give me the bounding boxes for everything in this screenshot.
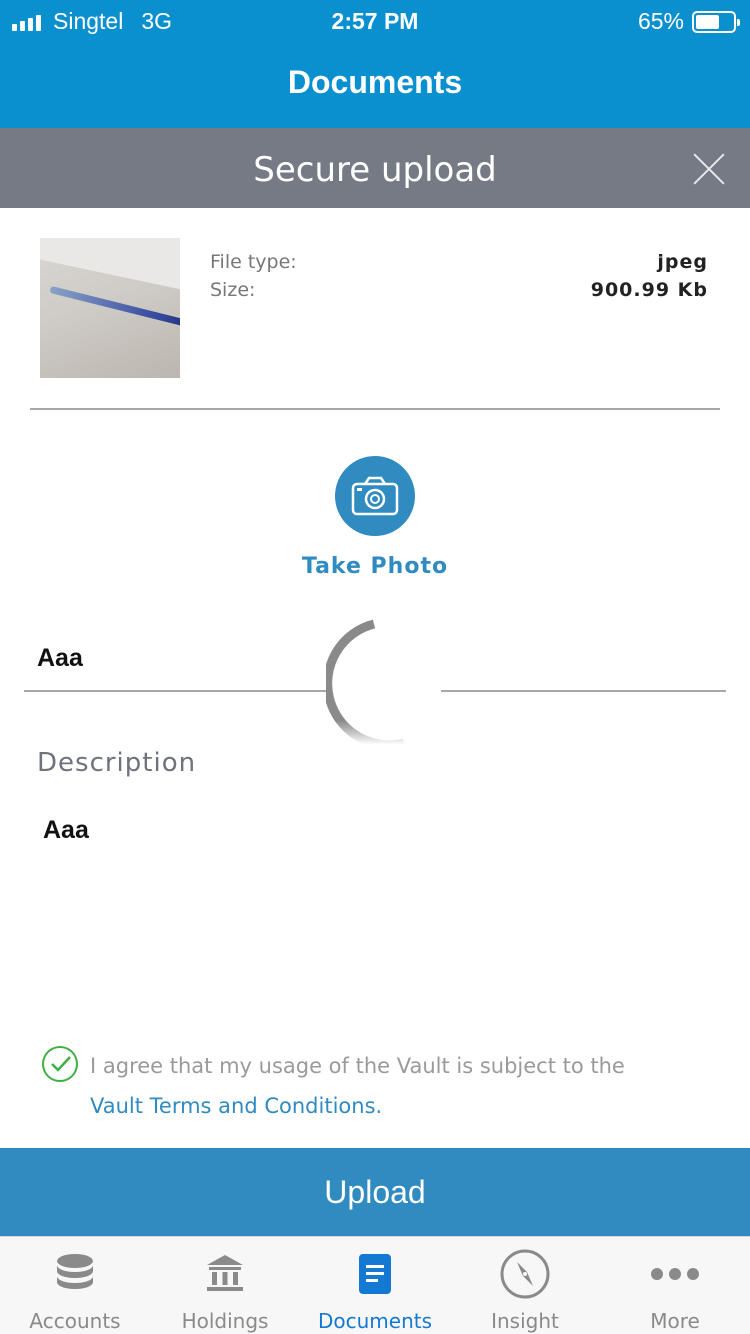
- file-type-value: jpeg: [657, 251, 708, 273]
- loading-spinner-icon: [326, 619, 406, 747]
- tab-label: More: [650, 1309, 700, 1333]
- compass-icon: [500, 1249, 550, 1299]
- agreement-text-block: I agree that my usage of the Vault is su…: [90, 1046, 710, 1126]
- file-type-label: File type:: [210, 251, 297, 273]
- document-icon: [359, 1254, 391, 1294]
- tab-label: Accounts: [29, 1309, 121, 1333]
- take-photo-label[interactable]: Take Photo: [0, 554, 750, 579]
- modal-title: Secure upload: [253, 150, 497, 190]
- title-underline-right: [441, 690, 726, 692]
- file-size-label: Size:: [210, 279, 256, 301]
- file-size-value: 900.99 Kb: [590, 279, 708, 301]
- status-bar: Singtel 3G 2:57 PM 65%: [0, 0, 750, 42]
- more-icon: [651, 1268, 699, 1280]
- upload-button[interactable]: Upload: [0, 1148, 750, 1236]
- tab-label: Insight: [491, 1309, 559, 1333]
- database-icon: [57, 1254, 93, 1289]
- description-label: Description: [37, 748, 197, 778]
- battery-fill: [696, 14, 719, 29]
- title-underline: [24, 690, 328, 692]
- camera-icon: [351, 476, 399, 516]
- file-values: jpeg 900.99 Kb: [591, 248, 708, 304]
- close-icon[interactable]: [692, 152, 726, 186]
- top-bar: Singtel 3G 2:57 PM 65% Documents: [0, 0, 750, 128]
- terms-link[interactable]: Vault Terms and Conditions.: [90, 1086, 710, 1126]
- tab-label: Holdings: [181, 1309, 269, 1333]
- tab-insight[interactable]: Insight: [450, 1237, 600, 1334]
- tab-bar: Accounts Holdings Documents Insight More: [0, 1236, 750, 1334]
- divider: [30, 408, 720, 410]
- battery-percent: 65%: [637, 8, 684, 34]
- tab-more[interactable]: More: [600, 1237, 750, 1334]
- checkmark-icon: [51, 1056, 71, 1072]
- battery-icon: [692, 10, 740, 33]
- modal-header: Secure upload: [0, 128, 750, 208]
- take-photo-button[interactable]: [335, 456, 415, 536]
- tab-label: Documents: [317, 1309, 433, 1333]
- bank-icon: [207, 1255, 243, 1291]
- tab-documents[interactable]: Documents: [300, 1237, 450, 1334]
- page-title: Documents: [287, 64, 463, 100]
- agreement-text: I agree that my usage of the Vault is su…: [90, 1054, 625, 1078]
- tab-holdings[interactable]: Holdings: [150, 1237, 300, 1334]
- photo-thumbnail: [40, 238, 180, 378]
- tab-accounts[interactable]: Accounts: [0, 1237, 150, 1334]
- status-right: 65%: [637, 8, 740, 35]
- agree-checkbox[interactable]: [42, 1046, 78, 1082]
- description-field[interactable]: Aaa: [43, 816, 89, 845]
- file-labels: File type: Size:: [210, 248, 297, 304]
- title-field[interactable]: Aaa: [37, 644, 83, 673]
